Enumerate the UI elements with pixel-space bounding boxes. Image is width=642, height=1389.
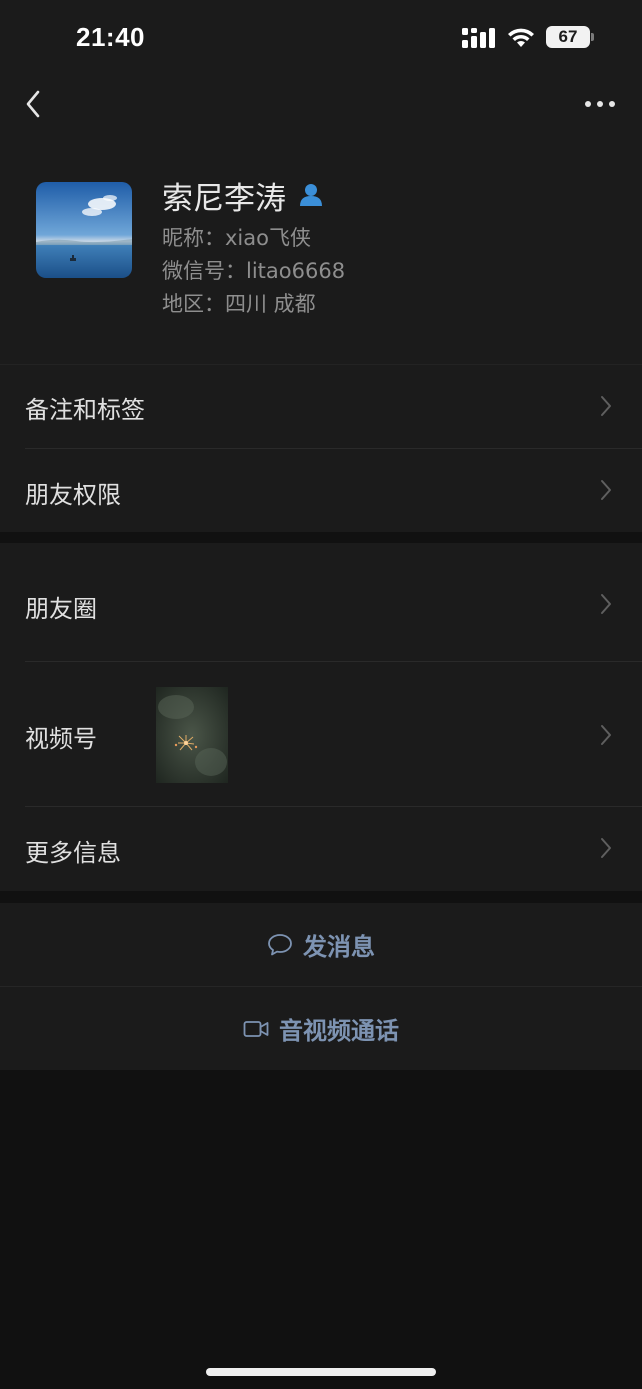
battery-level: 67 [558,27,578,46]
content-section: 朋友圈 视频号 更多信息 [0,543,642,891]
list-item-friend-permissions[interactable]: 朋友权限 [0,448,642,532]
list-item-moments[interactable]: 朋友圈 [0,543,642,661]
list-item-label: 视频号 [25,725,97,753]
chevron-right-icon [601,725,611,745]
signal-icon [462,28,495,48]
send-message-button[interactable]: 发消息 [0,903,642,986]
list-item-label: 更多信息 [25,839,121,867]
status-bar: 21:40 67 [0,0,642,76]
list-item-label: 朋友圈 [25,595,97,623]
more-dots-icon[interactable] [584,98,616,110]
male-user-icon [300,184,322,206]
nav-bar [0,76,642,136]
list-item-remarks-tags[interactable]: 备注和标签 [0,365,642,448]
chevron-right-icon [601,838,611,858]
home-indicator[interactable] [206,1368,436,1376]
battery-icon: 67 [546,26,590,48]
nickname-text: 昵称：xiao飞侠 [162,226,311,250]
name-row: 索尼李涛 [162,174,324,217]
contact-profile-page: 21:40 67 索尼李涛 昵称：xiao飞侠 微信号：litao6668 地区… [0,0,642,1389]
chevron-right-icon [601,594,611,614]
contact-name: 索尼李涛 [162,180,286,217]
list-item-label: 朋友权限 [25,481,121,509]
channel-thumbnail[interactable] [156,687,228,783]
settings-section: 备注和标签 朋友权限 [0,364,642,532]
chevron-left-icon[interactable] [22,88,46,120]
video-camera-icon [243,1020,269,1037]
battery-tip [591,33,594,41]
send-message-label: 发消息 [303,933,375,961]
voice-video-call-button[interactable]: 音视频通话 [0,987,642,1070]
list-item-more-info[interactable]: 更多信息 [0,806,642,891]
wifi-icon [508,28,534,47]
avatar[interactable] [36,182,132,278]
voice-video-call-label: 音视频通话 [279,1017,399,1045]
list-item-channels[interactable]: 视频号 [0,661,642,806]
region-text: 地区：四川 成都 [162,292,316,316]
wechat-id-text: 微信号：litao6668 [162,259,346,283]
chat-bubble-icon [268,933,292,955]
list-item-label: 备注和标签 [25,396,145,424]
chevron-right-icon [601,396,611,416]
profile-header: 索尼李涛 昵称：xiao飞侠 微信号：litao6668 地区：四川 成都 [0,136,642,364]
chevron-right-icon [601,480,611,500]
status-time: 21:40 [76,22,145,52]
